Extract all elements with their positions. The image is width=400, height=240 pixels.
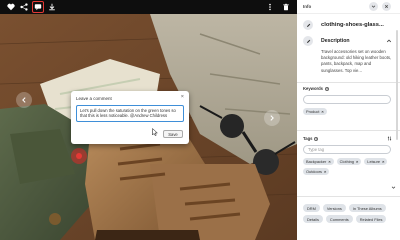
info-panel: Info clothing-shoes-glass... Description… bbox=[297, 0, 400, 240]
viewer-toolbar bbox=[0, 0, 297, 14]
comment-popup: Leave a comment × Let's pull down the sa… bbox=[71, 91, 189, 144]
tags-section: Tags ? Type tag Backpacker × Clothing × … bbox=[297, 136, 400, 175]
previous-arrow-icon[interactable] bbox=[16, 92, 32, 108]
download-icon[interactable] bbox=[47, 2, 57, 12]
divider bbox=[297, 130, 400, 131]
chip-label: Clothing bbox=[339, 159, 354, 164]
keyword-chips: Product × bbox=[303, 108, 395, 115]
tag-chip[interactable]: Outdoors × bbox=[303, 168, 330, 175]
chip-label: Outdoors bbox=[306, 169, 323, 174]
keywords-input[interactable] bbox=[303, 95, 391, 104]
description-text: Travel accessories set on wooden backgro… bbox=[321, 49, 392, 73]
filename: clothing-shoes-glass... bbox=[321, 22, 384, 28]
keyword-chip[interactable]: Product × bbox=[303, 108, 327, 115]
remove-chip-icon[interactable]: × bbox=[321, 109, 323, 114]
keywords-label: Keywords bbox=[303, 86, 324, 91]
pencil-icon[interactable] bbox=[303, 20, 313, 30]
close-panel-icon[interactable] bbox=[382, 2, 391, 11]
remove-chip-icon[interactable]: × bbox=[356, 159, 358, 164]
details-button[interactable]: Details bbox=[303, 215, 323, 223]
comment-popup-title: Leave a comment bbox=[76, 96, 112, 101]
description-section: Description Travel accessories set on wo… bbox=[297, 36, 400, 74]
in-these-albums-button[interactable]: In These Albums bbox=[348, 204, 386, 212]
more-options-icon[interactable] bbox=[265, 2, 275, 12]
share-icon[interactable] bbox=[19, 2, 29, 12]
keywords-section: Keywords ? Product × bbox=[297, 86, 400, 115]
chip-label: Leisure bbox=[367, 159, 381, 164]
comment-pin-marker[interactable] bbox=[71, 148, 87, 164]
chip-label: Backpacker bbox=[306, 159, 327, 164]
chip-label: Product bbox=[306, 109, 320, 114]
tag-chip[interactable]: Backpacker × bbox=[303, 158, 334, 165]
tag-settings-icon[interactable] bbox=[387, 136, 392, 141]
help-icon[interactable]: ? bbox=[314, 136, 319, 141]
comments-button[interactable]: Comments bbox=[325, 215, 353, 223]
tag-chip[interactable]: Leisure × bbox=[364, 158, 388, 165]
chevron-up-icon[interactable] bbox=[386, 38, 392, 44]
comment-pin-dot bbox=[76, 153, 82, 159]
filename-row[interactable]: clothing-shoes-glass... bbox=[297, 18, 400, 32]
remove-chip-icon[interactable]: × bbox=[382, 159, 384, 164]
tags-label-row: Tags ? bbox=[303, 136, 394, 141]
comment-icon[interactable] bbox=[33, 2, 43, 12]
help-icon[interactable]: ? bbox=[325, 86, 330, 91]
divider bbox=[297, 196, 400, 197]
keywords-label-row: Keywords ? bbox=[303, 86, 394, 91]
tags-input[interactable]: Type tag bbox=[303, 145, 391, 154]
remove-chip-icon[interactable]: × bbox=[324, 169, 326, 174]
trash-icon[interactable] bbox=[281, 2, 291, 12]
photo-viewer: Leave a comment × Let's pull down the sa… bbox=[0, 0, 297, 240]
favorite-icon[interactable] bbox=[6, 2, 16, 12]
versions-button[interactable]: Versions bbox=[322, 204, 346, 212]
tag-chip[interactable]: Clothing × bbox=[336, 158, 362, 165]
mouse-cursor-icon bbox=[152, 128, 158, 136]
panel-scrollbar[interactable] bbox=[396, 30, 398, 140]
tags-label: Tags bbox=[303, 136, 313, 141]
tag-chips: Backpacker × Clothing × Leisure × Outdoo… bbox=[303, 158, 395, 175]
remove-chip-icon[interactable]: × bbox=[328, 159, 330, 164]
comment-textarea[interactable]: Let's pull down the saturation on the gr… bbox=[76, 105, 184, 122]
chevron-down-icon[interactable] bbox=[391, 185, 396, 190]
pencil-icon[interactable] bbox=[303, 36, 313, 46]
close-icon[interactable]: × bbox=[181, 94, 184, 101]
next-arrow-icon[interactable] bbox=[264, 110, 280, 126]
related-files-button[interactable]: Related Files bbox=[355, 215, 387, 223]
divider bbox=[297, 82, 400, 83]
info-panel-header: Info bbox=[297, 0, 400, 14]
drm-button[interactable]: DRM bbox=[303, 204, 320, 212]
save-comment-button[interactable]: Save bbox=[163, 130, 183, 138]
action-buttons: DRM Versions In These Albums Details Com… bbox=[303, 204, 395, 223]
chevron-down-icon[interactable] bbox=[369, 2, 378, 11]
panel-title: Info bbox=[303, 4, 312, 9]
